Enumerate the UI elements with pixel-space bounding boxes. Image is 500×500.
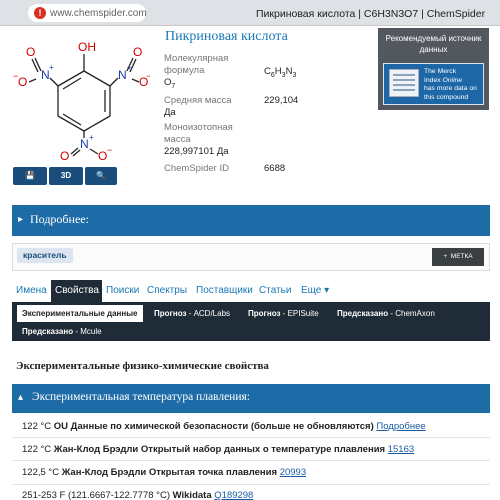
chemspider-id-value: 6688: [264, 163, 286, 174]
source-link[interactable]: Q189298: [214, 490, 253, 500]
chemspider-id-label: ChemSpider ID: [164, 163, 229, 174]
zoom-icon: 🔍: [96, 171, 106, 180]
page-title-text: Пикриновая кислота | C6H3N3O7 | ChemSpid…: [256, 8, 486, 20]
atom-o: O: [133, 45, 142, 59]
more-section-header[interactable]: ▸ Подробнее:: [12, 205, 490, 236]
tab-searches[interactable]: Поиски: [102, 280, 143, 302]
table-row: 122 °C Жан-Клод Брэдли Открытый набор да…: [22, 444, 415, 455]
tab-spectra[interactable]: Спектры: [143, 280, 191, 302]
recommended-source-title: Рекомендуемый источник данных: [385, 34, 482, 54]
save-icon: 💾: [25, 171, 35, 180]
melting-point-header[interactable]: ▴ Экспериментальная температура плавлени…: [12, 384, 490, 413]
row-divider: [12, 460, 490, 461]
atom-o: O: [26, 45, 35, 59]
tab-names[interactable]: Имена: [12, 280, 51, 302]
svg-text:+: +: [89, 133, 94, 142]
subtab-experimental[interactable]: Экспериментальные данные: [17, 305, 143, 322]
url-text[interactable]: www.chemspider.com: [50, 8, 147, 19]
merck-banner-text: The Merck Index Online has more data on …: [424, 68, 477, 101]
avg-mass-label: Средняя масса Да: [164, 95, 232, 118]
picric-acid-structure: OH O O O O O O N N N + + + − − −: [13, 40, 151, 163]
row-divider: [12, 437, 490, 438]
not-secure-warning-icon[interactable]: !: [34, 7, 46, 19]
atom-oh: OH: [78, 40, 96, 54]
plus-icon: +: [443, 253, 451, 260]
experimental-properties-heading: Экспериментальные физико-химические свой…: [16, 360, 269, 372]
tab-articles[interactable]: Статьи: [255, 280, 295, 302]
atom-o: O: [60, 149, 69, 163]
tab-properties[interactable]: Свойства: [51, 280, 102, 302]
caret-right-icon: ▸: [18, 214, 24, 225]
subtab-chemaxon[interactable]: Предсказано - ChemAxon: [337, 305, 435, 322]
save-structure-button[interactable]: 💾: [13, 167, 47, 185]
svg-text:−: −: [107, 145, 112, 155]
atom-n: N: [80, 137, 89, 151]
source-link[interactable]: Подробнее: [376, 421, 425, 432]
mono-mass-label: Моноизотопная масса 228,997101 Да: [164, 122, 233, 157]
atom-o-minus: O: [98, 149, 107, 163]
browser-toolbar: ! www.chemspider.com Пикриновая кислота …: [0, 0, 500, 26]
view-3d-button[interactable]: 3D: [49, 167, 83, 185]
add-tag-button[interactable]: + МЕТКА: [432, 248, 484, 266]
svg-text:+: +: [49, 63, 54, 72]
caret-up-icon: ▴: [18, 392, 24, 403]
melting-point-title: Экспериментальная температура плавления:: [32, 391, 250, 403]
subtab-episuite[interactable]: Прогноз - EPISuite: [248, 305, 319, 322]
recommended-source-panel: Рекомендуемый источник данных The Merck …: [378, 28, 489, 110]
compound-title: Пикриновая кислота: [165, 29, 288, 44]
tag-dye[interactable]: краситель: [17, 248, 73, 263]
table-row: 251-253 F (121.6667-122.7778 °C) Wikidat…: [22, 490, 254, 500]
atom-o-minus: O: [18, 75, 27, 89]
avg-mass-value: 229,104: [264, 95, 299, 106]
subtab-acd-labs[interactable]: Прогноз - ACD/Labs: [154, 305, 230, 322]
formula-value-line2: O7: [164, 77, 176, 90]
merck-index-banner[interactable]: The Merck Index Online has more data on …: [383, 63, 484, 105]
table-row: 122 °C OU Данные по химической безопасно…: [22, 421, 426, 432]
svg-text:−: −: [146, 71, 150, 81]
subtab-mcule[interactable]: Предсказано - Mcule: [22, 323, 102, 340]
properties-subtabs: Экспериментальные данные Прогноз - ACD/L…: [12, 302, 490, 341]
source-link[interactable]: 15163: [388, 444, 414, 455]
zoom-structure-button[interactable]: 🔍: [85, 167, 117, 185]
svg-text:−: −: [13, 71, 18, 81]
tab-suppliers[interactable]: Поставщики: [192, 280, 257, 302]
tag-row: краситель: [12, 243, 490, 271]
formula-label: Молекулярная формула: [164, 53, 229, 76]
structure-image[interactable]: OH O O O O O O N N N + + + − − −: [12, 28, 151, 163]
source-link[interactable]: 20993: [280, 467, 306, 478]
formula-value: C6H3N3: [264, 66, 297, 79]
table-row: 122,5 °C Жан-Клод Брэдли Открытая точка …: [22, 467, 307, 478]
svg-text:+: +: [127, 63, 132, 72]
tab-more[interactable]: Еще ▾: [297, 280, 333, 302]
row-divider: [12, 484, 490, 485]
merck-thumbnail-icon: [389, 69, 419, 97]
atom-n: N: [118, 68, 127, 82]
more-section-title: Подробнее:: [30, 212, 89, 226]
